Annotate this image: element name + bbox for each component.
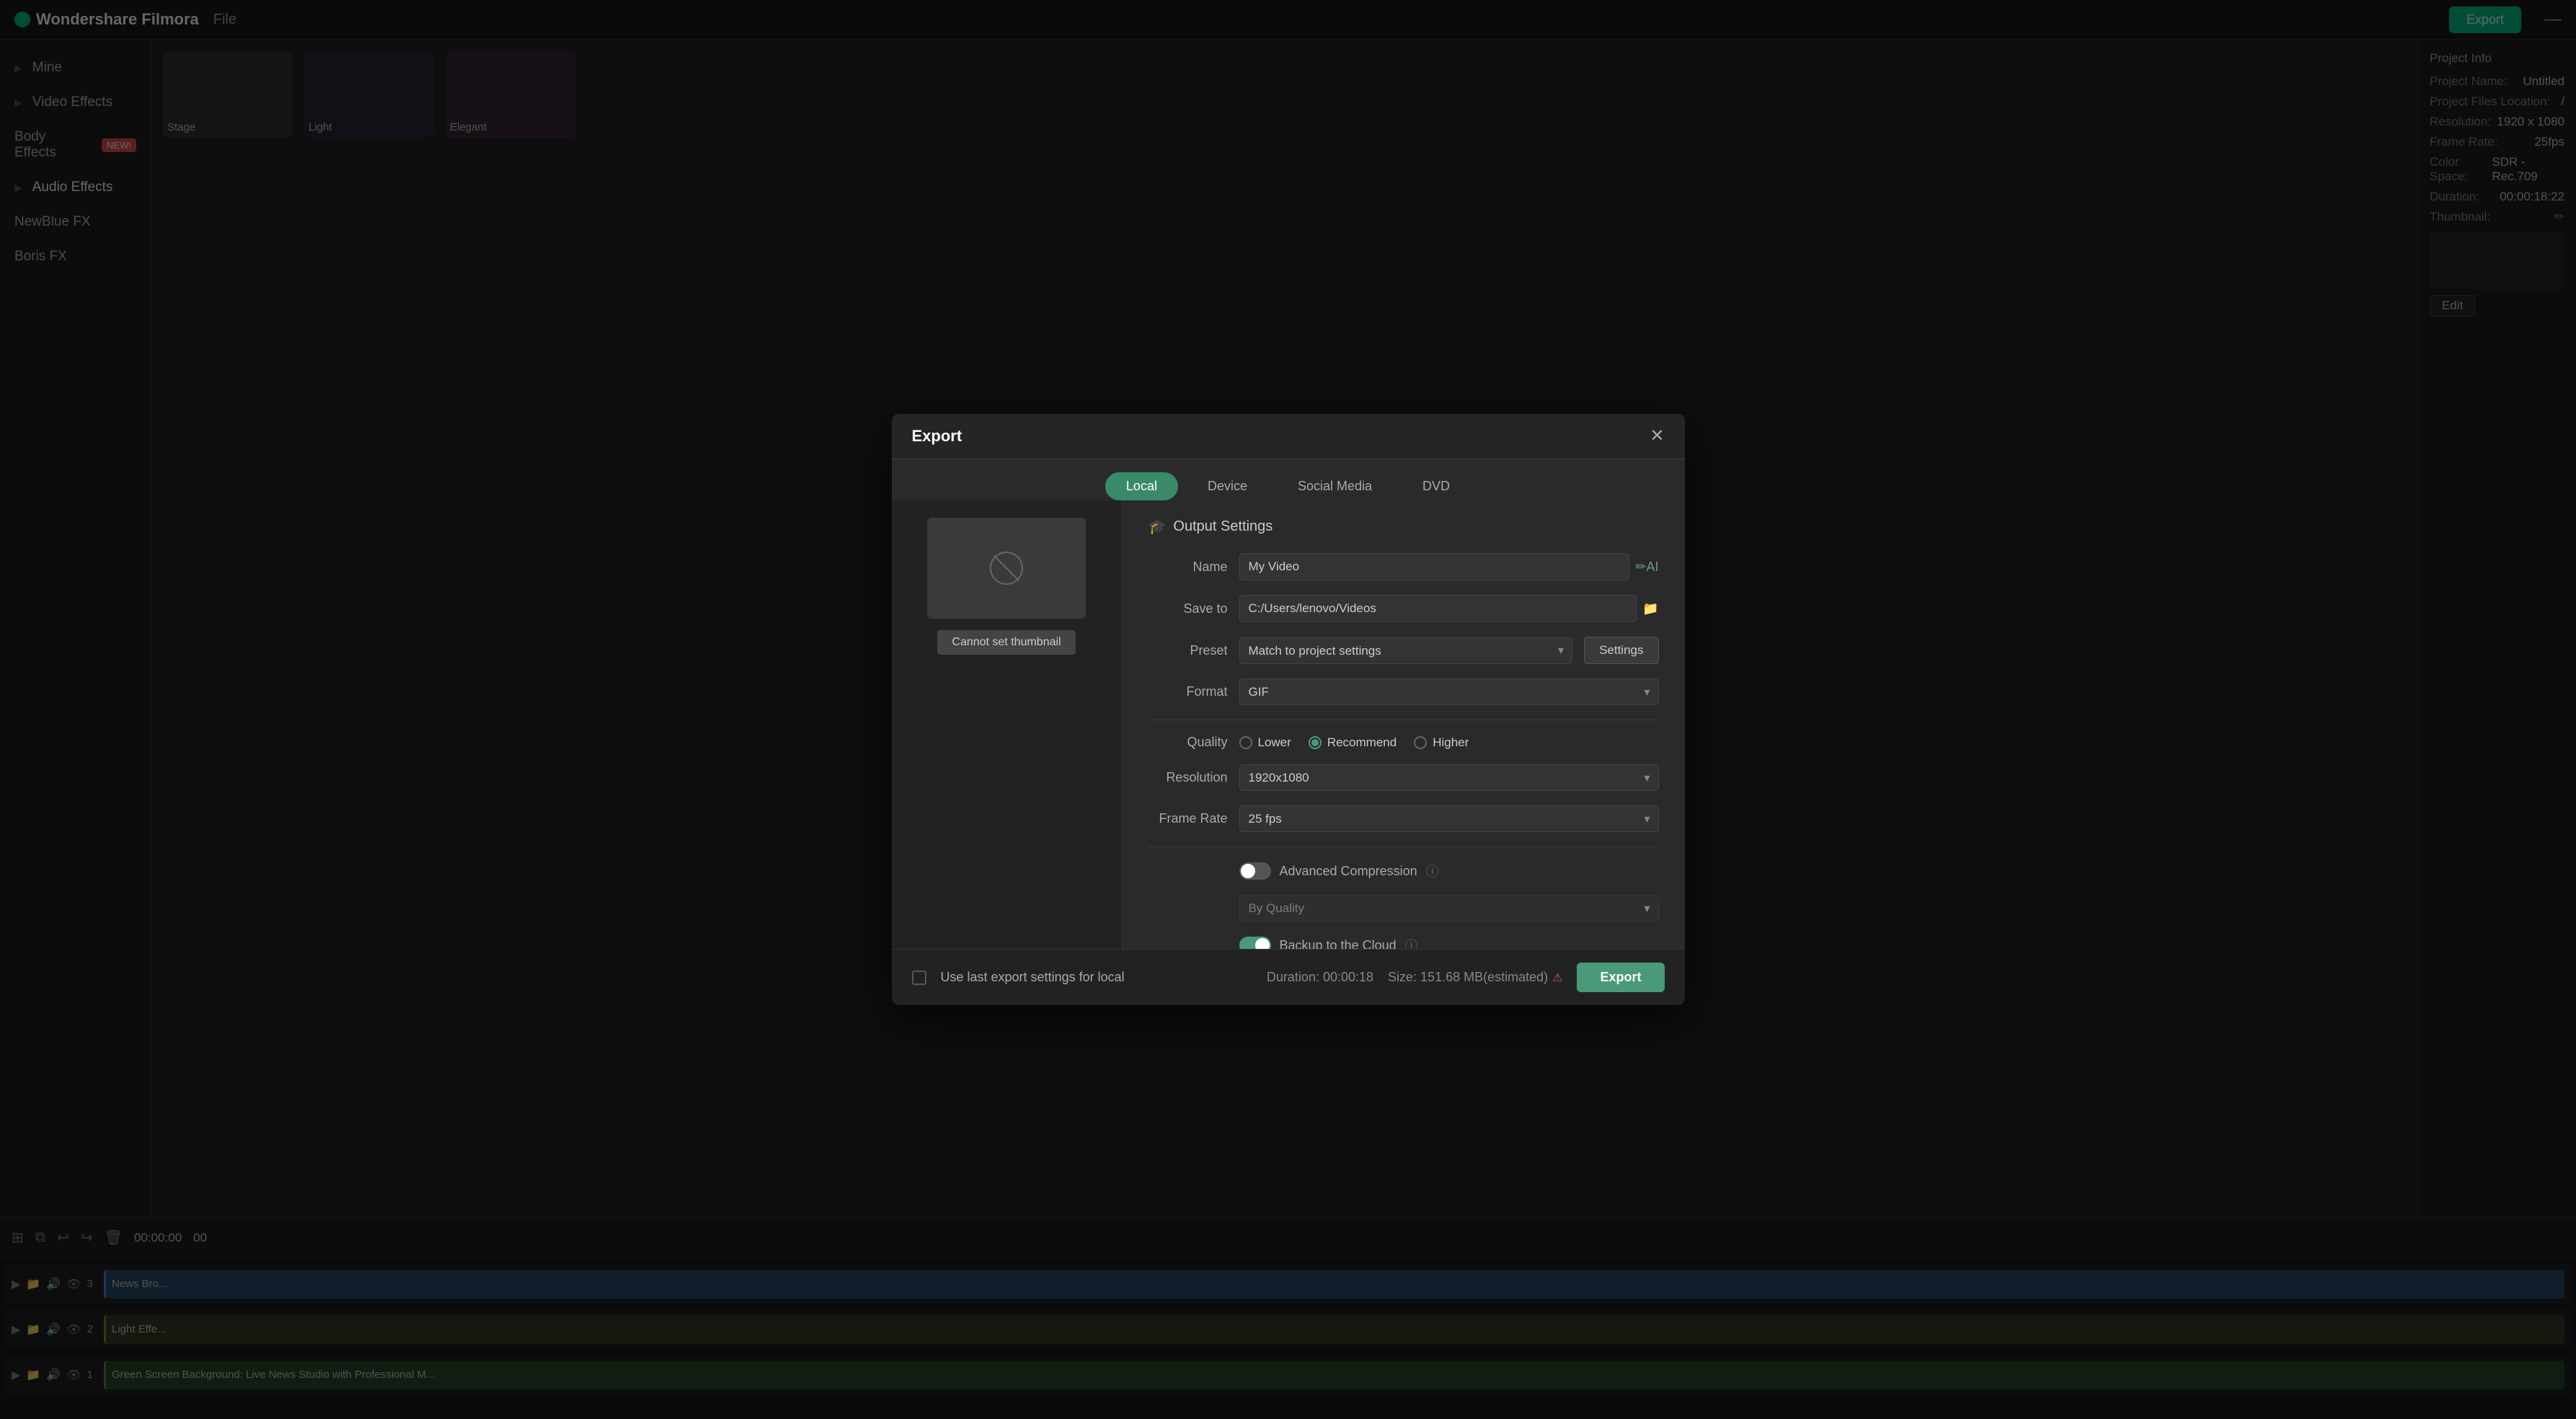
format-select-wrapper: GIF xyxy=(1239,678,1659,705)
footer-duration: Duration: 00:00:18 xyxy=(1267,970,1373,985)
footer-export-button[interactable]: Export xyxy=(1577,963,1664,992)
settings-save-to-row: Save to 📁 xyxy=(1148,595,1659,622)
by-quality-select-wrapper: By Quality xyxy=(1239,895,1659,921)
quality-label: Quality xyxy=(1148,735,1228,750)
backup-cloud-toggle[interactable] xyxy=(1239,937,1271,949)
settings-preset-row: Preset Match to project settings Setting… xyxy=(1148,637,1659,664)
quality-higher-radio xyxy=(1414,736,1427,749)
tab-local-label: Local xyxy=(1126,479,1157,493)
divider-2 xyxy=(1148,846,1659,847)
tab-dvd-label: DVD xyxy=(1422,479,1450,493)
tab-social-media[interactable]: Social Media xyxy=(1277,472,1393,500)
last-settings-checkbox[interactable] xyxy=(912,971,926,985)
modal-title: Export xyxy=(912,427,962,446)
quality-lower-option[interactable]: Lower xyxy=(1239,735,1291,750)
settings-resolution-row: Resolution 1920x1080 xyxy=(1148,764,1659,791)
resolution-setting-label: Resolution xyxy=(1148,770,1228,785)
backup-cloud-label: Backup to the Cloud xyxy=(1280,938,1397,950)
tab-dvd[interactable]: DVD xyxy=(1402,472,1471,500)
quality-lower-radio xyxy=(1239,736,1252,749)
quality-group: Lower Recommend Higher xyxy=(1239,735,1469,750)
quality-higher-option[interactable]: Higher xyxy=(1414,735,1469,750)
quality-recommend-label: Recommend xyxy=(1327,735,1397,750)
save-to-label: Save to xyxy=(1148,601,1228,616)
footer-size: Size: 151.68 MB(estimated) ⚠ xyxy=(1388,970,1562,985)
tab-device[interactable]: Device xyxy=(1187,472,1268,500)
settings-header: 🎓 Output Settings xyxy=(1148,518,1659,536)
settings-header-label: Output Settings xyxy=(1173,518,1272,535)
save-to-wrapper: 📁 xyxy=(1239,595,1659,622)
settings-backup-cloud-row: Backup to the Cloud ⓘ xyxy=(1148,936,1659,949)
advanced-compression-wrapper: Advanced Compression ⓘ xyxy=(1239,862,1439,880)
settings-button[interactable]: Settings xyxy=(1584,637,1658,664)
tab-local[interactable]: Local xyxy=(1105,472,1178,500)
last-settings-label: Use last export settings for local xyxy=(941,970,1125,985)
settings-quality-row: Quality Lower Recommend Higher xyxy=(1148,735,1659,750)
advanced-compression-toggle[interactable] xyxy=(1239,862,1271,880)
backup-cloud-wrapper: Backup to the Cloud ⓘ xyxy=(1239,936,1418,949)
settings-format-row: Format GIF xyxy=(1148,678,1659,705)
tab-social-media-label: Social Media xyxy=(1298,479,1372,493)
modal-tabs: Local Device Social Media DVD xyxy=(892,459,1685,500)
save-to-input[interactable] xyxy=(1239,595,1637,622)
modal-body: Cannot set thumbnail 🎓 Output Settings N… xyxy=(892,500,1685,949)
footer-size-text: Size: 151.68 MB(estimated) xyxy=(1388,970,1548,985)
frame-rate-select[interactable]: 25 fps xyxy=(1239,805,1659,832)
settings-frame-rate-row: Frame Rate 25 fps xyxy=(1148,805,1659,832)
preset-label: Preset xyxy=(1148,643,1228,658)
settings-header-icon: 🎓 xyxy=(1148,518,1167,536)
modal-overlay: Export ✕ Local Device Social Media DVD xyxy=(0,0,2576,1419)
modal-preview-panel: Cannot set thumbnail xyxy=(892,500,1123,949)
advanced-compression-label: Advanced Compression xyxy=(1280,864,1417,879)
by-quality-select: By Quality xyxy=(1239,895,1659,921)
settings-by-quality-row: By Quality xyxy=(1148,895,1659,921)
resolution-select[interactable]: 1920x1080 xyxy=(1239,764,1659,791)
folder-browse-icon[interactable]: 📁 xyxy=(1642,601,1658,616)
footer-size-warning-icon: ⚠ xyxy=(1552,971,1562,985)
settings-advanced-compression-row: Advanced Compression ⓘ xyxy=(1148,862,1659,880)
frame-rate-select-wrapper: 25 fps xyxy=(1239,805,1659,832)
cannot-set-thumbnail-button[interactable]: Cannot set thumbnail xyxy=(937,630,1075,655)
quality-lower-label: Lower xyxy=(1258,735,1291,750)
quality-recommend-radio xyxy=(1309,736,1322,749)
advanced-compression-info-icon[interactable]: ⓘ xyxy=(1426,862,1439,880)
tab-device-label: Device xyxy=(1208,479,1247,493)
quality-recommend-option[interactable]: Recommend xyxy=(1309,735,1397,750)
name-input-wrapper: ✏AI xyxy=(1239,553,1659,580)
preset-select[interactable]: Match to project settings xyxy=(1239,637,1573,664)
resolution-select-wrapper: 1920x1080 xyxy=(1239,764,1659,791)
quality-higher-label: Higher xyxy=(1433,735,1469,750)
settings-name-row: Name ✏AI xyxy=(1148,553,1659,580)
preview-thumbnail xyxy=(927,518,1086,619)
format-select[interactable]: GIF xyxy=(1239,678,1659,705)
format-label: Format xyxy=(1148,684,1228,699)
modal-settings-panel: 🎓 Output Settings Name ✏AI Save to xyxy=(1123,500,1685,949)
no-thumbnail-icon xyxy=(988,550,1024,586)
ai-edit-icon[interactable]: ✏AI xyxy=(1635,560,1658,575)
preset-select-wrapper: Match to project settings xyxy=(1239,637,1573,664)
backup-cloud-info-icon[interactable]: ⓘ xyxy=(1405,936,1418,949)
name-input[interactable] xyxy=(1239,553,1630,580)
frame-rate-setting-label: Frame Rate xyxy=(1148,811,1228,826)
modal-close-button[interactable]: ✕ xyxy=(1650,428,1664,445)
name-label: Name xyxy=(1148,560,1228,575)
export-modal: Export ✕ Local Device Social Media DVD xyxy=(892,414,1685,1005)
modal-footer: Use last export settings for local Durat… xyxy=(892,949,1685,1005)
modal-header: Export ✕ xyxy=(892,414,1685,459)
